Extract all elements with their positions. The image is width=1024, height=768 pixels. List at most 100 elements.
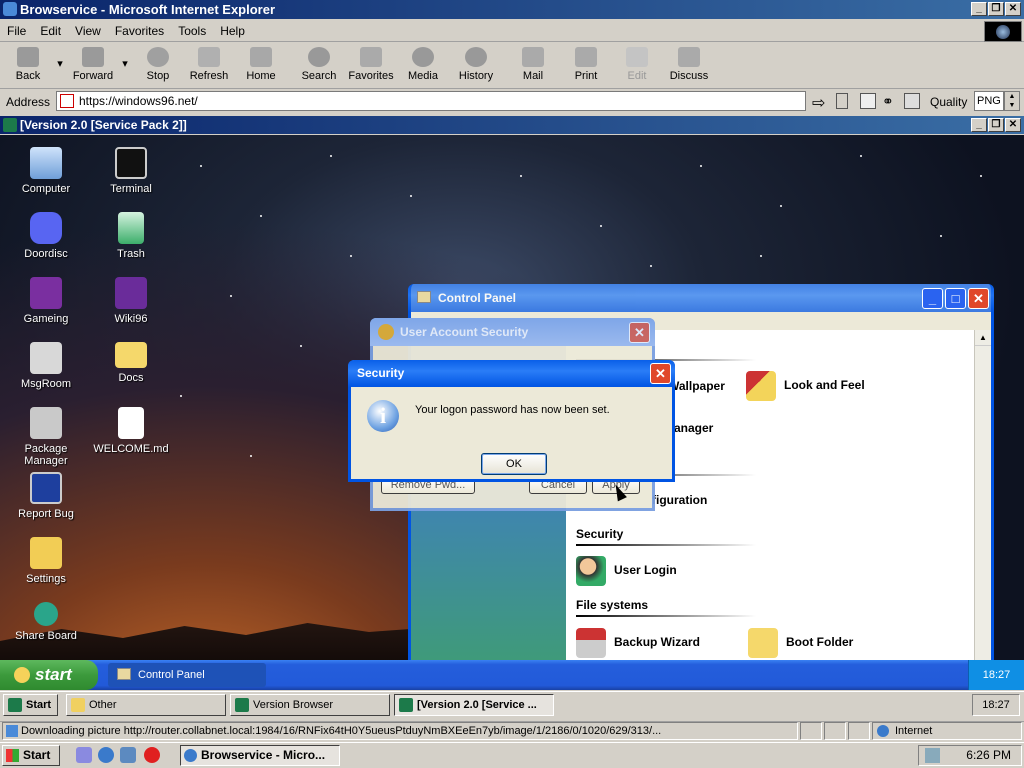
desktop-icon-msgroom[interactable]: MsgRoom — [6, 342, 86, 390]
status-pane — [848, 722, 870, 740]
quality-spinner[interactable]: ▲ ▼ — [1004, 91, 1020, 111]
desktop-icon-gameing[interactable]: Gameing — [6, 277, 86, 325]
security-close-button[interactable]: ✕ — [650, 363, 671, 384]
desktop-icon-report-bug[interactable]: Report Bug — [6, 472, 86, 520]
backup-wizard-icon — [576, 628, 606, 658]
mail-icon — [522, 47, 544, 67]
section-divider — [576, 615, 756, 617]
cp-item-user-login[interactable]: User Login — [576, 556, 677, 586]
task-other[interactable]: Other — [66, 694, 226, 716]
quality-select[interactable]: PNG — [974, 91, 1004, 111]
task-version-window[interactable]: [Version 2.0 [Service ... — [394, 694, 554, 716]
desktop-icon-computer[interactable]: Computer — [6, 147, 86, 195]
discuss-button[interactable]: Discuss — [668, 45, 710, 87]
binoculars-icon[interactable]: ⚭ — [882, 93, 894, 110]
favorites-button[interactable]: Favorites — [346, 45, 396, 87]
network-icon[interactable] — [120, 747, 136, 763]
cp-item-look-and-feel[interactable]: Look and Feel — [746, 371, 865, 401]
gameing-icon — [30, 277, 62, 309]
inner-restore-button[interactable]: ❐ — [988, 118, 1004, 132]
page-icon — [60, 94, 74, 108]
computer-icon — [30, 147, 62, 179]
cp-item-manager[interactable]: anager — [674, 421, 713, 435]
desktop-icon-doordisc[interactable]: Doordisc — [6, 212, 86, 260]
cp-close-button[interactable]: ✕ — [968, 288, 989, 309]
menu-edit[interactable]: Edit — [33, 20, 68, 42]
close-button[interactable]: ✕ — [1005, 2, 1021, 16]
bookmark-icon[interactable] — [836, 93, 848, 109]
show-desktop-icon[interactable] — [76, 747, 92, 763]
inner-window-title-bar: [Version 2.0 [Service Pack 2]] — [0, 116, 1024, 134]
forward-button[interactable]: Forward — [70, 45, 116, 87]
ok-button[interactable]: OK — [481, 453, 547, 475]
restore-button[interactable]: ❐ — [988, 2, 1004, 16]
desktop-icon-wiki96[interactable]: Wiki96 — [91, 277, 171, 325]
edit-icon — [626, 47, 648, 67]
inner-minimize-button[interactable]: _ — [971, 118, 987, 132]
cp-item-configuration[interactable]: figuration — [652, 493, 707, 507]
classic-start-button[interactable]: Start — [3, 694, 58, 716]
cp-scrollbar[interactable]: ▲ — [974, 330, 991, 660]
refresh-button[interactable]: Refresh — [187, 45, 231, 87]
share-board-icon — [34, 602, 58, 626]
settings-icon — [30, 537, 62, 569]
cp-item-backup-wizard[interactable]: Backup Wizard — [576, 628, 700, 658]
menu-help[interactable]: Help — [213, 20, 252, 42]
cp-maximize-button[interactable]: □ — [945, 288, 966, 309]
host-start-button[interactable]: Start — [2, 745, 60, 766]
desktop-icon-terminal[interactable]: Terminal — [91, 147, 171, 195]
control-panel-title: Control Panel — [438, 291, 517, 305]
uas-close-button[interactable]: ✕ — [629, 322, 650, 343]
search-button[interactable]: Search — [300, 45, 338, 87]
desktop-icon-package-manager[interactable]: Package Manager — [6, 407, 86, 467]
section-security: Security — [576, 527, 624, 541]
menu-file[interactable]: File — [0, 20, 33, 42]
desktop-icon-share-board[interactable]: Share Board — [6, 602, 86, 642]
desktop-icon-welcome[interactable]: WELCOME.md — [91, 407, 171, 455]
find-icon[interactable] — [860, 93, 876, 109]
inner-close-button[interactable]: ✕ — [1005, 118, 1021, 132]
menu-favorites[interactable]: Favorites — [108, 20, 171, 42]
address-input[interactable]: https://windows96.net/ — [56, 91, 806, 111]
stop-button[interactable]: Stop — [140, 45, 176, 87]
back-button[interactable]: Back — [8, 45, 48, 87]
security-message: Your logon password has now been set. — [415, 404, 610, 416]
clipboard-icon[interactable] — [904, 93, 920, 109]
zone-pane: Internet — [872, 722, 1022, 740]
mail-button[interactable]: Mail — [515, 45, 551, 87]
markdown-file-icon — [118, 407, 144, 439]
discuss-icon — [678, 47, 700, 67]
menu-view[interactable]: View — [68, 20, 108, 42]
home-icon — [250, 47, 272, 67]
history-button[interactable]: History — [456, 45, 496, 87]
print-button[interactable]: Print — [568, 45, 604, 87]
desktop-icon-docs[interactable]: Docs — [91, 342, 171, 384]
media-button[interactable]: Media — [405, 45, 441, 87]
desktop-icon-settings[interactable]: Settings — [6, 537, 86, 585]
desktop-icon-trash[interactable]: Trash — [91, 212, 171, 260]
folder-icon — [748, 628, 778, 658]
home-button[interactable]: Home — [242, 45, 280, 87]
uas-title: User Account Security — [400, 325, 529, 339]
host-clock: 6:26 PM — [966, 748, 1011, 762]
minimize-button[interactable]: _ — [971, 2, 987, 16]
xp-start-label: start — [35, 665, 72, 684]
task-version-browser[interactable]: Version Browser — [230, 694, 390, 716]
cp-item-wallpaper[interactable]: Wallpaper — [668, 379, 725, 393]
ie-quicklaunch-icon[interactable] — [98, 747, 114, 763]
search-icon — [308, 47, 330, 67]
cp-item-boot-folder[interactable]: Boot Folder — [748, 628, 853, 658]
uas-title-bar: User Account Security — [370, 318, 655, 346]
edit-button[interactable]: Edit — [620, 45, 654, 87]
host-task-browservice[interactable]: Browservice - Micro... — [180, 745, 340, 766]
cp-minimize-button[interactable]: _ — [922, 288, 943, 309]
favorites-icon — [360, 47, 382, 67]
folder-icon — [115, 342, 147, 368]
xp-task-control-panel[interactable]: Control Panel — [108, 663, 266, 687]
menu-tools[interactable]: Tools — [171, 20, 213, 42]
opera-icon[interactable] — [144, 747, 160, 763]
back-arrow-icon — [17, 47, 39, 67]
page-icon — [6, 725, 18, 737]
status-pane — [824, 722, 846, 740]
go-arrow-icon[interactable]: ⇨ — [812, 93, 825, 113]
